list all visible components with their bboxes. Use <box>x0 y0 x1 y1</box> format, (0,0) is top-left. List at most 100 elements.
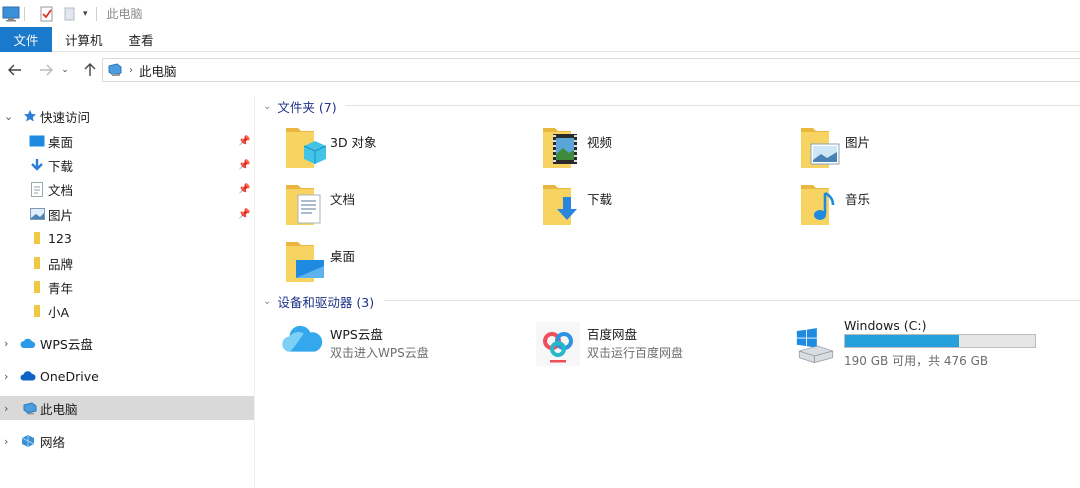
star-icon <box>22 108 38 124</box>
chevron-right-icon[interactable]: › <box>4 435 8 448</box>
pin-icon[interactable]: 📌 <box>238 184 250 195</box>
folder-name: 视频 <box>587 135 613 150</box>
folder-name: 音乐 <box>845 192 871 207</box>
drive-usage-bar <box>844 334 1036 348</box>
up-button[interactable] <box>79 59 101 81</box>
sidebar-item-folder-brand[interactable]: 品牌 <box>0 251 254 275</box>
sidebar-label: 文档 <box>48 182 74 198</box>
folder-icon <box>29 230 45 246</box>
title-bar: ▾ 此电脑 <box>0 0 1080 27</box>
sidebar-item-pictures[interactable]: 图片 📌 <box>0 202 254 226</box>
sidebar-label: 下载 <box>48 158 74 174</box>
folder-icon <box>29 279 45 295</box>
sidebar-item-wps-cloud[interactable]: › WPS云盘 <box>0 331 254 355</box>
breadcrumb-separator-icon: › <box>129 64 133 76</box>
folder-tile-documents[interactable]: 文档 <box>284 181 504 237</box>
forward-arrow-icon <box>40 64 53 76</box>
pin-icon[interactable]: 📌 <box>238 209 250 220</box>
group-divider <box>345 105 1080 106</box>
group-header-folders[interactable]: ⌄ 文件夹 (7) <box>263 97 337 116</box>
baidu-netdisk-icon <box>536 322 580 366</box>
sidebar-item-folder-123[interactable]: 123 <box>0 226 254 250</box>
documents-folder-icon <box>286 185 321 225</box>
sidebar-label: 青年 <box>48 280 74 296</box>
group-title: 设备和驱动器 (3) <box>277 295 375 310</box>
chevron-down-icon[interactable]: ⌄ <box>263 101 271 112</box>
folder-icon <box>29 255 45 271</box>
sidebar-item-documents[interactable]: 文档 📌 <box>0 177 254 201</box>
address-field[interactable]: › 此电脑 <box>102 58 1080 82</box>
forward-button[interactable] <box>35 59 57 81</box>
sidebar-item-this-pc[interactable]: › 此电脑 <box>0 396 254 420</box>
cloud-icon <box>20 335 36 351</box>
recent-locations-button[interactable]: ⌄ <box>58 59 72 81</box>
sidebar-label: 快速访问 <box>40 109 91 125</box>
sidebar-label: WPS云盘 <box>40 336 93 352</box>
group-title: 文件夹 (7) <box>277 100 337 115</box>
this-pc-icon <box>107 62 123 78</box>
sidebar-item-quick-access[interactable]: ⌄ 快速访问 <box>0 104 254 128</box>
tab-computer[interactable]: 计算机 <box>52 27 116 52</box>
up-arrow-icon <box>84 63 96 76</box>
customize-dropdown-icon[interactable]: ▾ <box>83 9 88 19</box>
chevron-right-icon[interactable]: › <box>4 370 8 383</box>
navigation-pane: ⌄ 快速访问 桌面 📌 下载 📌 文档 📌 图片 📌 123 品牌 青年 小A … <box>0 96 255 488</box>
folder-tile-videos[interactable]: 视频 <box>541 124 761 180</box>
onedrive-cloud-icon <box>20 368 36 384</box>
back-arrow-icon <box>8 64 21 76</box>
download-icon <box>29 157 45 173</box>
sidebar-item-folder-youth[interactable]: 青年 <box>0 275 254 299</box>
desktop-folder-icon <box>286 242 324 282</box>
chevron-down-icon[interactable]: ⌄ <box>263 296 271 307</box>
device-name: WPS云盘 <box>330 327 383 342</box>
folder-tile-downloads[interactable]: 下载 <box>541 181 761 237</box>
tab-view[interactable]: 查看 <box>116 27 167 52</box>
folder-tile-desktop[interactable]: 桌面 <box>284 238 504 294</box>
network-icon <box>20 433 36 449</box>
sidebar-item-desktop[interactable]: 桌面 📌 <box>0 129 254 153</box>
desktop-icon <box>29 133 45 149</box>
sidebar-item-folder-xiaoa[interactable]: 小A <box>0 299 254 323</box>
sidebar-label: 网络 <box>40 434 66 450</box>
sidebar-label: 此电脑 <box>40 401 78 417</box>
sidebar-label: OneDrive <box>40 368 99 384</box>
sidebar-label: 123 <box>48 230 72 246</box>
sidebar-label: 图片 <box>48 207 74 223</box>
downloads-folder-icon <box>543 185 577 225</box>
chevron-down-icon[interactable]: ⌄ <box>4 110 13 123</box>
tab-file[interactable]: 文件 <box>0 27 52 52</box>
drive-free-space: 190 GB 可用，共 476 GB <box>844 354 989 368</box>
back-button[interactable] <box>4 59 26 81</box>
pin-icon[interactable]: 📌 <box>238 136 250 147</box>
device-name: 百度网盘 <box>587 327 638 342</box>
sidebar-item-onedrive[interactable]: › OneDrive <box>0 364 254 388</box>
new-folder-icon[interactable] <box>63 6 77 22</box>
pin-icon[interactable]: 📌 <box>238 160 250 171</box>
chevron-down-icon: ⌄ <box>61 65 69 75</box>
properties-icon[interactable] <box>39 6 55 22</box>
content-pane: ⌄ 文件夹 (7) 3D 对象 视频 图片 文档 下载 音乐 桌面 ⌄ 设备和驱… <box>257 90 1080 488</box>
wps-cloud-icon <box>282 325 323 352</box>
video-folder-icon <box>543 128 577 168</box>
ribbon-tabs: 文件 计算机 查看 <box>0 27 1080 52</box>
window-title: 此电脑 <box>106 7 143 21</box>
device-tile-baidu-netdisk[interactable]: 百度网盘 双击运行百度网盘 <box>534 320 774 376</box>
folder-tile-music[interactable]: 音乐 <box>799 181 1019 237</box>
folder-name: 文档 <box>330 192 356 207</box>
3d-objects-folder-icon <box>286 128 327 168</box>
group-header-devices[interactable]: ⌄ 设备和驱动器 (3) <box>263 292 374 311</box>
drive-tile-windows-c[interactable]: Windows (C:) 190 GB 可用，共 476 GB <box>793 318 1053 374</box>
group-divider <box>384 300 1080 301</box>
sidebar-item-network[interactable]: › 网络 <box>0 429 254 453</box>
this-pc-icon <box>22 400 38 416</box>
chevron-right-icon[interactable]: › <box>4 402 8 415</box>
folder-tile-pictures[interactable]: 图片 <box>799 124 1019 180</box>
folder-tile-3d-objects[interactable]: 3D 对象 <box>284 124 504 180</box>
drive-usage-fill <box>845 335 959 347</box>
breadcrumb-this-pc[interactable]: 此电脑 <box>139 61 177 80</box>
sidebar-label: 桌面 <box>48 134 74 150</box>
chevron-right-icon[interactable]: › <box>4 337 8 350</box>
device-tile-wps-cloud[interactable]: WPS云盘 双击进入WPS云盘 <box>276 320 516 376</box>
music-folder-icon <box>801 185 835 225</box>
sidebar-item-downloads[interactable]: 下载 📌 <box>0 153 254 177</box>
